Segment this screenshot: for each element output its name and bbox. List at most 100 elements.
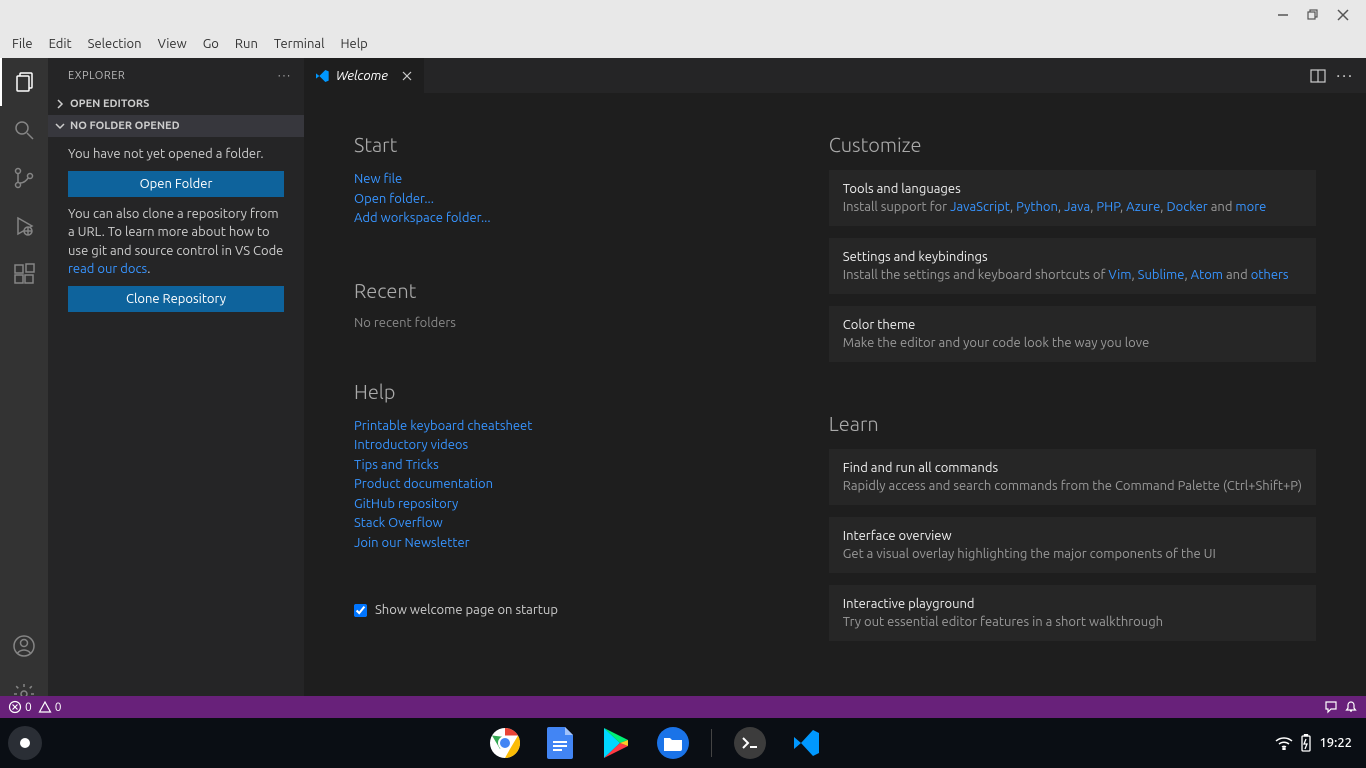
clone-repository-button[interactable]: Clone Repository [68, 286, 284, 312]
lang-link-azure[interactable]: Azure [1126, 200, 1160, 214]
taskbar-vscode-icon[interactable] [788, 725, 824, 761]
lang-link-python[interactable]: Python [1016, 200, 1058, 214]
customize-section: Customize Tools and languages Install su… [829, 133, 1316, 362]
menu-selection[interactable]: Selection [80, 37, 150, 51]
no-folder-label: NO FOLDER OPENED [70, 120, 180, 132]
source-control-icon[interactable] [0, 154, 48, 202]
lang-link-java[interactable]: Java [1064, 200, 1090, 214]
learn-playground-card[interactable]: Interactive playground Try out essential… [829, 585, 1316, 641]
window-restore-button[interactable] [1298, 0, 1328, 30]
window-minimize-button[interactable] [1268, 0, 1298, 30]
status-bar: 0 0 [0, 696, 1366, 718]
help-link-github[interactable]: GitHub repository [354, 495, 749, 515]
no-folder-text: You have not yet opened a folder. [68, 145, 284, 163]
learn-commands-card[interactable]: Find and run all commands Rapidly access… [829, 449, 1316, 505]
taskbar-chrome-icon[interactable] [487, 725, 523, 761]
menu-run[interactable]: Run [227, 37, 266, 51]
learn-overview-card[interactable]: Interface overview Get a visual overlay … [829, 517, 1316, 573]
tab-close-icon[interactable] [400, 69, 414, 83]
customize-theme-title: Color theme [843, 318, 1302, 332]
help-link-docs[interactable]: Product documentation [354, 475, 749, 495]
start-link-new-file[interactable]: New file [354, 170, 749, 190]
recent-heading: Recent [354, 279, 749, 302]
taskbar-docs-icon[interactable] [543, 725, 579, 761]
read-our-docs-link[interactable]: read our docs [68, 262, 147, 276]
start-section: Start New file Open folder... Add worksp… [354, 133, 749, 229]
customize-theme-card[interactable]: Color theme Make the editor and your cod… [829, 306, 1316, 362]
tab-bar: Welcome ··· [304, 58, 1366, 93]
status-bell-icon[interactable] [1344, 700, 1358, 714]
taskbar-separator [711, 729, 712, 757]
learn-overview-title: Interface overview [843, 529, 1302, 543]
explorer-header: EXPLORER ··· [48, 58, 304, 93]
explorer-icon[interactable] [0, 58, 48, 106]
warning-icon [38, 700, 52, 714]
menu-help[interactable]: Help [332, 37, 375, 51]
show-on-startup-label: Show welcome page on startup [375, 603, 558, 617]
learn-commands-desc: Rapidly access and search commands from … [843, 479, 1302, 493]
taskbar-files-icon[interactable] [655, 725, 691, 761]
taskbar-play-store-icon[interactable] [599, 725, 635, 761]
editor-actions: ··· [1298, 58, 1366, 93]
vscode-icon [314, 68, 330, 84]
taskbar-terminal-icon[interactable] [732, 725, 768, 761]
help-link-tips[interactable]: Tips and Tricks [354, 456, 749, 476]
lang-link-more[interactable]: more [1235, 200, 1266, 214]
help-link-cheatsheet[interactable]: Printable keyboard cheatsheet [354, 417, 749, 437]
keymap-link-others[interactable]: others [1251, 268, 1289, 282]
run-debug-icon[interactable] [0, 202, 48, 250]
battery-icon[interactable] [1301, 734, 1311, 752]
keymap-link-sublime[interactable]: Sublime [1138, 268, 1185, 282]
help-heading: Help [354, 380, 749, 403]
keymap-link-atom[interactable]: Atom [1191, 268, 1223, 282]
clone-help-text: You can also clone a repository from a U… [68, 205, 284, 278]
window-close-button[interactable] [1328, 0, 1358, 30]
help-link-stackoverflow[interactable]: Stack Overflow [354, 514, 749, 534]
customize-settings-desc: Install the settings and keyboard shortc… [843, 268, 1302, 282]
no-folder-section[interactable]: NO FOLDER OPENED [48, 115, 304, 137]
editor-more-icon[interactable]: ··· [1336, 67, 1354, 85]
menu-view[interactable]: View [150, 37, 195, 51]
lang-link-docker[interactable]: Docker [1166, 200, 1207, 214]
editor-area: Welcome ··· Start New file Open folder..… [304, 58, 1366, 718]
tab-welcome[interactable]: Welcome [304, 58, 424, 93]
wifi-icon[interactable] [1275, 736, 1293, 750]
split-editor-icon[interactable] [1310, 68, 1326, 84]
extensions-icon[interactable] [0, 250, 48, 298]
open-folder-button[interactable]: Open Folder [68, 171, 284, 197]
learn-commands-title: Find and run all commands [843, 461, 1302, 475]
app-launcher-button[interactable] [0, 726, 50, 760]
show-on-startup-checkbox[interactable] [354, 604, 367, 617]
learn-playground-desc: Try out essential editor features in a s… [843, 615, 1302, 629]
learn-overview-desc: Get a visual overlay highlighting the ma… [843, 547, 1302, 561]
error-icon [8, 700, 22, 714]
menu-edit[interactable]: Edit [41, 37, 80, 51]
search-icon[interactable] [0, 106, 48, 154]
taskbar-clock[interactable]: 19:22 [1319, 736, 1352, 750]
open-editors-section[interactable]: OPEN EDITORS [48, 93, 304, 115]
customize-settings-card[interactable]: Settings and keybindings Install the set… [829, 238, 1316, 294]
customize-tools-card[interactable]: Tools and languages Install support for … [829, 170, 1316, 226]
lang-link-php[interactable]: PHP [1096, 200, 1120, 214]
show-on-startup-row[interactable]: Show welcome page on startup [354, 603, 749, 617]
account-icon[interactable] [0, 622, 48, 670]
activity-bar [0, 58, 48, 718]
help-link-newsletter[interactable]: Join our Newsletter [354, 534, 749, 554]
learn-playground-title: Interactive playground [843, 597, 1302, 611]
learn-section: Learn Find and run all commands Rapidly … [829, 412, 1316, 641]
menu-go[interactable]: Go [195, 37, 227, 51]
status-errors[interactable]: 0 [8, 700, 32, 714]
explorer-title: EXPLORER [68, 70, 125, 82]
window-titlebar [0, 0, 1366, 30]
learn-heading: Learn [829, 412, 1316, 435]
menu-terminal[interactable]: Terminal [266, 37, 333, 51]
help-link-videos[interactable]: Introductory videos [354, 436, 749, 456]
lang-link-javascript[interactable]: JavaScript [950, 200, 1010, 214]
menu-file[interactable]: File [4, 37, 41, 51]
start-link-add-workspace[interactable]: Add workspace folder... [354, 209, 749, 229]
status-warnings[interactable]: 0 [38, 700, 62, 714]
start-link-open-folder[interactable]: Open folder... [354, 190, 749, 210]
explorer-more-icon[interactable]: ··· [278, 70, 292, 82]
keymap-link-vim[interactable]: Vim [1108, 268, 1131, 282]
status-feedback-icon[interactable] [1324, 700, 1338, 714]
